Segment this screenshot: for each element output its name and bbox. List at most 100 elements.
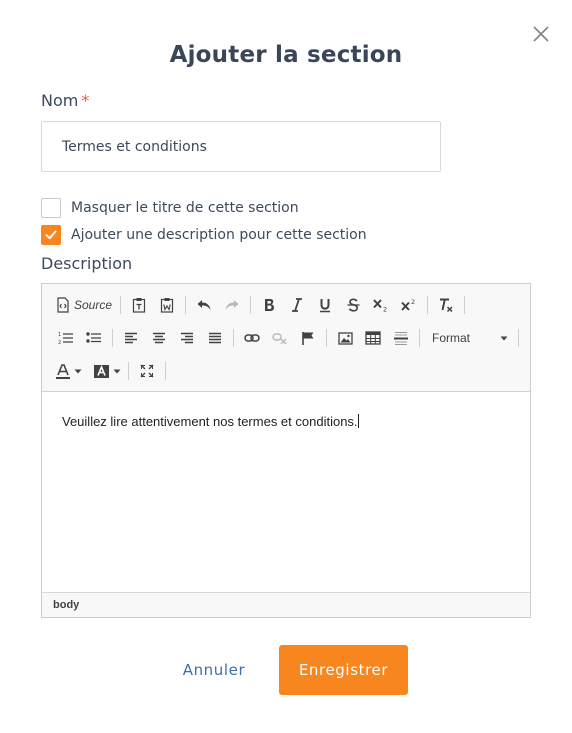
text-color-button[interactable] (52, 358, 86, 384)
image-icon (337, 331, 353, 345)
cancel-button[interactable]: Annuler (172, 650, 256, 690)
horizontal-line-button[interactable] (387, 325, 415, 351)
toolbar-separator (233, 329, 234, 347)
description-label: Description (41, 254, 133, 273)
subscript-icon: 2 (373, 299, 387, 313)
toolbar-separator (419, 329, 420, 347)
superscript-icon: 2 (401, 298, 415, 311)
undo-icon (197, 300, 211, 310)
toolbar-row-1: Source 2 2 (52, 291, 469, 319)
remove-format-button[interactable] (432, 292, 460, 318)
image-button[interactable] (331, 325, 359, 351)
checkmark-icon (45, 230, 57, 240)
required-asterisk: * (81, 91, 90, 110)
remove-format-icon (440, 298, 453, 312)
underline-icon (320, 298, 331, 312)
unlink-button[interactable] (266, 325, 294, 351)
dialog-title: Ajouter la section (169, 42, 403, 68)
chevron-down-icon (500, 336, 508, 340)
paste-text-button[interactable] (125, 292, 153, 318)
text-color-icon (56, 363, 70, 379)
source-icon (57, 297, 69, 313)
align-left-button[interactable] (117, 325, 145, 351)
rich-text-editor: Source 2 2 1 2 Format Veuillez lire atte… (41, 283, 531, 618)
editor-status-bar: body (42, 592, 530, 617)
name-label: Nom * (41, 91, 89, 110)
justify-button[interactable] (201, 325, 229, 351)
toolbar-separator (464, 296, 466, 314)
align-left-icon (125, 332, 137, 344)
toolbar-separator (165, 362, 166, 380)
editor-content-text: Veuillez lire attentivement nos termes e… (62, 414, 358, 429)
source-button[interactable]: Source (52, 292, 116, 318)
redo-button[interactable] (218, 292, 246, 318)
undo-button[interactable] (190, 292, 218, 318)
toolbar-separator (326, 329, 327, 347)
maximize-icon (140, 364, 154, 378)
name-label-text: Nom (41, 91, 79, 110)
toolbar-separator (128, 362, 129, 380)
unlink-icon (272, 333, 287, 344)
superscript-button[interactable]: 2 (395, 292, 423, 318)
toolbar-separator (112, 329, 113, 347)
table-icon (365, 331, 381, 345)
format-dropdown-label: Format (432, 331, 471, 345)
background-color-icon (93, 364, 109, 378)
italic-button[interactable] (283, 292, 311, 318)
numbered-list-button[interactable]: 12 (52, 325, 80, 351)
svg-text:2: 2 (411, 298, 415, 306)
underline-button[interactable] (311, 292, 339, 318)
chevron-down-icon (113, 369, 120, 373)
toolbar-separator (120, 296, 122, 314)
bulleted-list-icon (86, 332, 101, 343)
format-dropdown[interactable]: Format (424, 326, 514, 350)
save-button[interactable]: Enregistrer (279, 645, 408, 695)
toolbar-separator (427, 296, 429, 314)
hide-title-option[interactable]: Masquer le titre de cette section (41, 198, 299, 218)
table-button[interactable] (359, 325, 387, 351)
strikethrough-icon (347, 298, 360, 312)
link-icon (244, 334, 260, 342)
numbered-list-icon: 12 (58, 332, 73, 345)
toolbar-separator (250, 296, 252, 314)
justify-icon (209, 332, 221, 344)
svg-text:1: 1 (58, 332, 61, 338)
toolbar-row-2: 12 Format (52, 324, 523, 352)
editor-toolbar: Source 2 2 1 2 Format (42, 284, 530, 392)
background-color-button[interactable] (90, 358, 124, 384)
maximize-button[interactable] (133, 358, 161, 384)
horizontal-line-icon (394, 331, 408, 345)
paste-word-button[interactable] (153, 292, 181, 318)
strikethrough-button[interactable] (339, 292, 367, 318)
toolbar-row-3 (52, 357, 170, 385)
hide-title-checkbox[interactable] (41, 198, 61, 218)
add-description-checkbox[interactable] (41, 225, 61, 245)
name-input[interactable] (41, 121, 441, 172)
add-description-label: Ajouter une description pour cette secti… (71, 227, 367, 243)
source-label: Source (74, 298, 113, 312)
align-right-button[interactable] (173, 325, 201, 351)
text-cursor (357, 414, 359, 428)
hide-title-label: Masquer le titre de cette section (71, 200, 299, 216)
italic-icon (292, 298, 303, 312)
paste-word-icon (160, 298, 174, 313)
svg-text:2: 2 (58, 340, 61, 345)
align-center-button[interactable] (145, 325, 173, 351)
toolbar-separator (185, 296, 187, 314)
element-path[interactable]: body (53, 599, 79, 611)
paste-text-icon (132, 298, 146, 313)
svg-text:2: 2 (383, 306, 387, 313)
bold-icon (265, 299, 275, 311)
redo-icon (225, 300, 239, 310)
bulleted-list-button[interactable] (80, 325, 108, 351)
editor-content-area[interactable]: Veuillez lire attentivement nos termes e… (42, 393, 530, 593)
link-button[interactable] (238, 325, 266, 351)
subscript-button[interactable]: 2 (367, 292, 395, 318)
align-center-icon (153, 332, 165, 344)
add-description-option[interactable]: Ajouter une description pour cette secti… (41, 225, 367, 245)
anchor-button[interactable] (294, 325, 322, 351)
chevron-down-icon (74, 369, 82, 373)
bold-button[interactable] (255, 292, 283, 318)
anchor-icon (302, 331, 314, 345)
align-right-icon (181, 332, 193, 344)
